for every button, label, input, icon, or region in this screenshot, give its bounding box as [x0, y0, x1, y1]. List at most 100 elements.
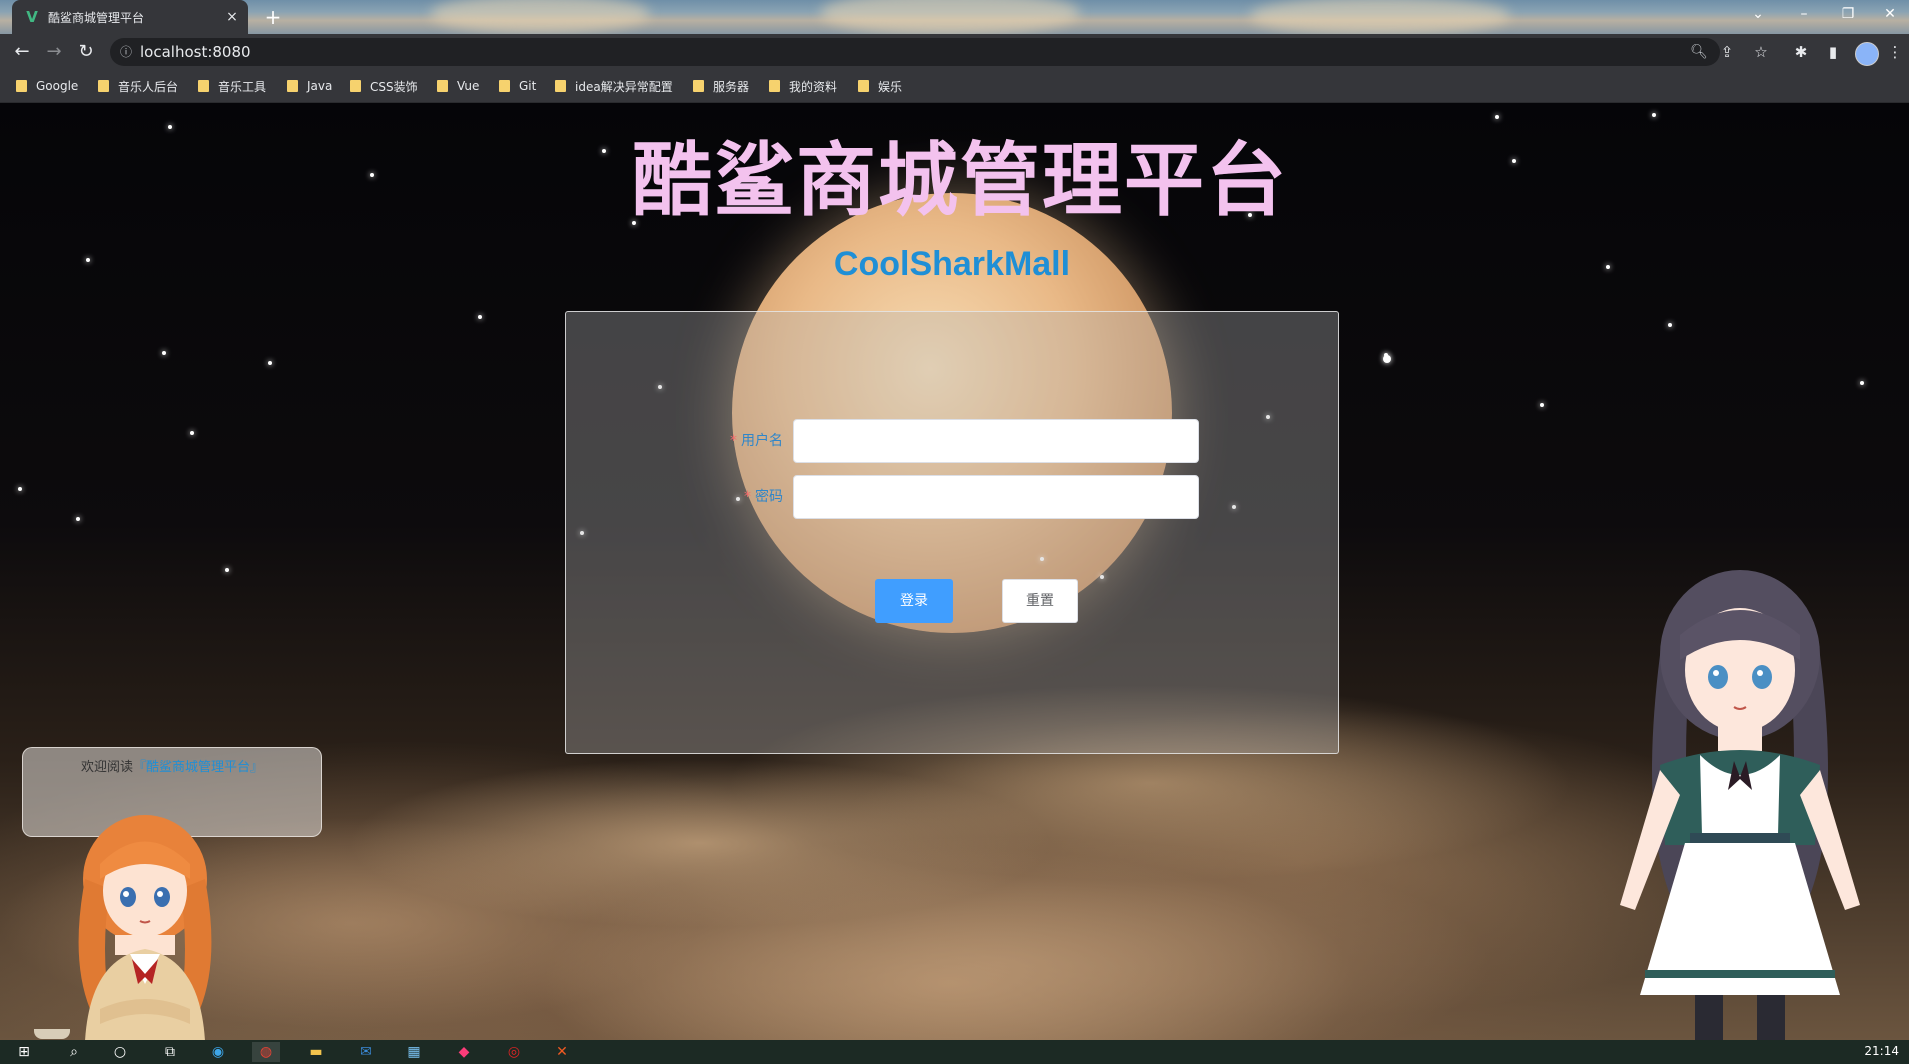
star	[478, 315, 482, 319]
welcome-prefix: 欢迎阅读	[80, 760, 133, 775]
username-label-text: 用户名	[741, 433, 783, 449]
site-info-icon[interactable]: ⓘ	[120, 38, 136, 66]
side-panel-icon[interactable]: ▮	[1822, 42, 1844, 62]
task-view-icon[interactable]: ⧉	[156, 1042, 184, 1062]
address-url: localhost:8080	[140, 43, 251, 61]
xmind-icon[interactable]: ✕	[548, 1042, 576, 1062]
folder-icon	[16, 80, 27, 92]
bookmarks-bar: Google 音乐人后台 音乐工具 Java CSS装饰 Vue Git ide…	[0, 70, 1909, 103]
live2d-character-right[interactable]	[1600, 565, 1880, 1040]
star	[18, 487, 22, 491]
star	[1860, 381, 1864, 385]
bookmark-label: CSS装饰	[370, 79, 418, 94]
star	[1652, 113, 1656, 117]
star	[1540, 403, 1544, 407]
star	[1512, 159, 1516, 163]
bookmark-item[interactable]: CSS装饰	[350, 78, 418, 94]
folder-icon	[769, 80, 780, 92]
coffee-cup-icon	[34, 1029, 70, 1039]
zoom-icon[interactable]: 🔍︎	[1688, 38, 1710, 66]
folder-icon	[555, 80, 566, 92]
star	[168, 125, 172, 129]
close-tab-icon[interactable]: ×	[222, 9, 242, 25]
mail-icon[interactable]: ✉	[352, 1042, 380, 1062]
back-arrow-icon[interactable]: ←	[10, 40, 34, 64]
browser-tab-strip: V 酷鲨商城管理平台 × + ⌄ – ❐ ✕	[0, 0, 1909, 34]
bookmark-item[interactable]: idea解决异常配置	[555, 78, 673, 94]
star	[1383, 355, 1391, 363]
folder-icon	[287, 80, 298, 92]
minimize-button[interactable]: –	[1782, 0, 1826, 30]
bookmark-item[interactable]: Java	[287, 78, 332, 94]
star	[190, 431, 194, 435]
windows-taskbar: ⊞ ⌕ ○ ⧉ ◉ ◍ ▬ ✉ ▦ ◆ ◎ ✕ 21:14	[0, 1040, 1909, 1064]
bookmark-label: Google	[36, 79, 79, 93]
intellij-icon[interactable]: ◆	[450, 1042, 478, 1062]
star	[1668, 323, 1672, 327]
bookmark-item[interactable]: Google	[16, 78, 78, 94]
bookmark-label: 音乐人后台	[118, 79, 179, 94]
share-icon[interactable]: ⇪	[1716, 42, 1738, 62]
store-icon[interactable]: ▦	[400, 1042, 428, 1062]
restore-button[interactable]: ❐	[1826, 0, 1870, 30]
bookmark-item[interactable]: Vue	[437, 78, 479, 94]
bookmark-label: Java	[307, 79, 333, 93]
tabstrip-cloud	[1250, 0, 1510, 34]
cortana-icon[interactable]: ○	[106, 1042, 134, 1062]
welcome-link[interactable]: 『酷鲨商城管理平台』	[133, 760, 263, 775]
folder-icon	[499, 80, 510, 92]
star	[370, 173, 374, 177]
required-mark: *	[744, 489, 751, 505]
bookmark-item[interactable]: 音乐工具	[198, 78, 266, 94]
username-label: * 用户名	[730, 419, 783, 463]
taskbar-clock[interactable]: 21:14	[1864, 1044, 1899, 1058]
star	[76, 517, 80, 521]
bookmark-label: 我的资料	[789, 79, 838, 94]
bookmark-item[interactable]: 音乐人后台	[98, 78, 178, 94]
bookmark-label: 服务器	[713, 79, 750, 94]
menu-dots-icon[interactable]: ⋮	[1884, 42, 1906, 62]
vue-logo-icon: V	[26, 8, 38, 26]
bookmark-item[interactable]: 娱乐	[858, 78, 902, 94]
chrome-icon[interactable]: ◍	[252, 1042, 280, 1062]
browser-tab[interactable]: V 酷鲨商城管理平台 ×	[12, 0, 248, 34]
windows-start-icon[interactable]: ⊞	[10, 1042, 38, 1062]
login-form: * 用户名 * 密码 登录 重置	[565, 311, 1339, 754]
password-input[interactable]	[793, 475, 1199, 519]
live2d-character-left[interactable]	[60, 809, 230, 1040]
tab-title: 酷鲨商城管理平台	[48, 10, 145, 25]
username-input[interactable]	[793, 419, 1199, 463]
login-button[interactable]: 登录	[875, 579, 953, 623]
password-label-text: 密码	[755, 489, 783, 505]
address-bar[interactable]: ⓘ localhost:8080 🔍︎	[110, 38, 1720, 66]
netease-music-icon[interactable]: ◎	[500, 1042, 528, 1062]
bookmark-label: idea解决异常配置	[575, 79, 673, 94]
star	[162, 351, 166, 355]
tab-search-icon[interactable]: ⌄	[1736, 0, 1780, 30]
star	[602, 149, 606, 153]
close-window-button[interactable]: ✕	[1868, 0, 1909, 30]
welcome-message: 欢迎阅读『酷鲨商城管理平台』	[23, 756, 321, 775]
reset-button[interactable]: 重置	[1002, 579, 1078, 623]
folder-icon	[98, 80, 109, 92]
folder-icon	[693, 80, 704, 92]
edge-icon[interactable]: ◉	[204, 1042, 232, 1062]
folder-icon	[858, 80, 869, 92]
file-explorer-icon[interactable]: ▬	[302, 1042, 330, 1062]
profile-avatar[interactable]	[1855, 42, 1879, 66]
new-tab-button[interactable]: +	[262, 6, 284, 28]
folder-icon	[350, 80, 361, 92]
reload-icon[interactable]: ↻	[74, 40, 98, 64]
extensions-icon[interactable]: ✱	[1790, 42, 1812, 62]
bookmark-star-icon[interactable]: ☆	[1750, 42, 1772, 62]
bookmark-item[interactable]: 我的资料	[769, 78, 837, 94]
bookmark-label: Vue	[457, 79, 480, 93]
page-subtitle: CoolSharkMall	[833, 245, 1071, 283]
search-icon[interactable]: ⌕	[60, 1042, 88, 1062]
star	[1495, 115, 1499, 119]
page-title: 酷鲨商城管理平台	[632, 134, 1288, 227]
forward-arrow-icon[interactable]: →	[42, 40, 66, 64]
bookmark-item[interactable]: Git	[499, 78, 536, 94]
bookmark-item[interactable]: 服务器	[693, 78, 749, 94]
password-row: * 密码	[566, 475, 1338, 519]
